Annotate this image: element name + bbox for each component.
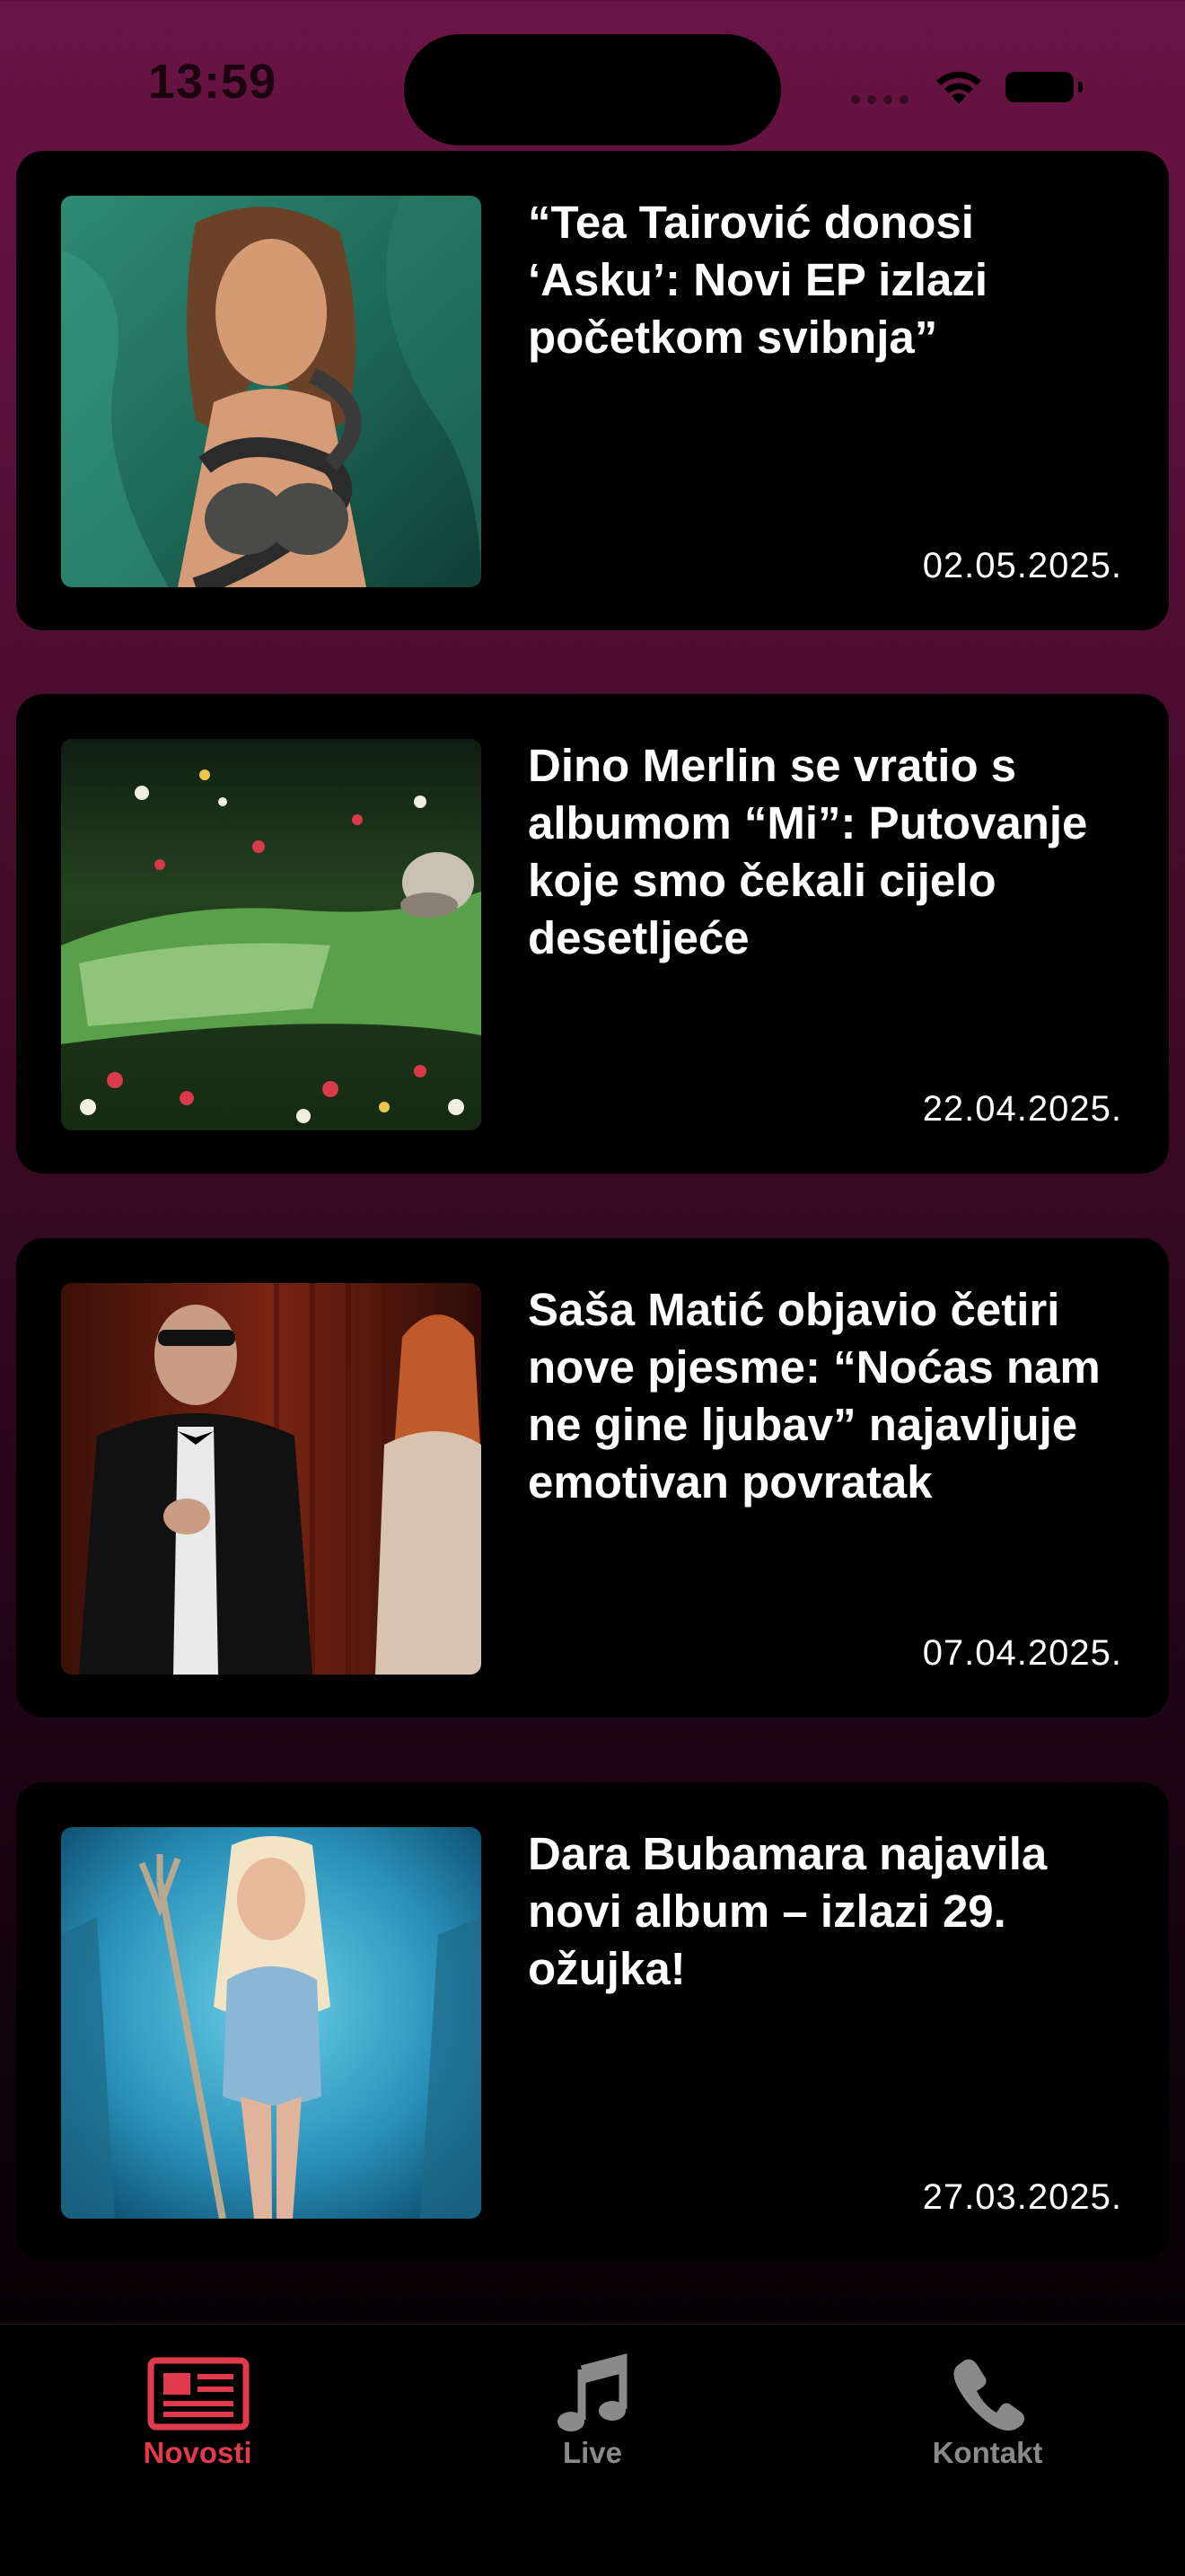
- cellular-signal-icon: [851, 95, 908, 104]
- article-date: 02.05.2025.: [922, 546, 1122, 585]
- article-card[interactable]: Dara Bubamara najavila novi album – izla…: [16, 1782, 1169, 2262]
- article-thumbnail: [61, 1827, 481, 2219]
- article-date: 07.04.2025.: [922, 1633, 1122, 1673]
- article-date: 22.04.2025.: [922, 1089, 1122, 1129]
- battery-icon: [1005, 72, 1083, 102]
- home-indicator: [429, 2536, 756, 2549]
- status-time: 13:59: [148, 55, 277, 109]
- article-card[interactable]: Dino Merlin se vratio s albumom “Mi”: Pu…: [16, 694, 1169, 1174]
- tab-live[interactable]: Live: [485, 2350, 700, 2470]
- wifi-icon: [936, 71, 981, 104]
- article-date: 27.03.2025.: [922, 2177, 1122, 2217]
- article-thumbnail: [61, 1283, 481, 1675]
- newspaper-icon: [147, 2357, 250, 2431]
- article-thumbnail: [61, 196, 481, 587]
- article-thumbnail: [61, 739, 481, 1130]
- tab-label: Novosti: [143, 2436, 252, 2469]
- article-title: Dino Merlin se vratio s albumom “Mi”: Pu…: [528, 740, 1088, 963]
- tab-novosti[interactable]: Novosti: [90, 2350, 305, 2470]
- article-card[interactable]: Saša Matić objavio četiri nove pjesme: “…: [16, 1238, 1169, 1718]
- article-title: Saša Matić objavio četiri nove pjesme: “…: [528, 1284, 1101, 1508]
- article-card[interactable]: “Tea Tairović donosi ‘Asku’: Novi EP izl…: [16, 151, 1169, 630]
- status-indicators: [851, 65, 1093, 110]
- article-title: “Tea Tairović donosi ‘Asku’: Novi EP izl…: [528, 197, 988, 363]
- tab-label: Kontakt: [932, 2436, 1043, 2469]
- tab-kontakt[interactable]: Kontakt: [880, 2350, 1095, 2470]
- article-title: Dara Bubamara najavila novi album – izla…: [528, 1828, 1048, 1994]
- tab-label: Live: [562, 2436, 623, 2469]
- music-note-icon: [557, 2353, 628, 2431]
- phone-icon: [953, 2359, 1024, 2431]
- dynamic-island: [404, 34, 781, 145]
